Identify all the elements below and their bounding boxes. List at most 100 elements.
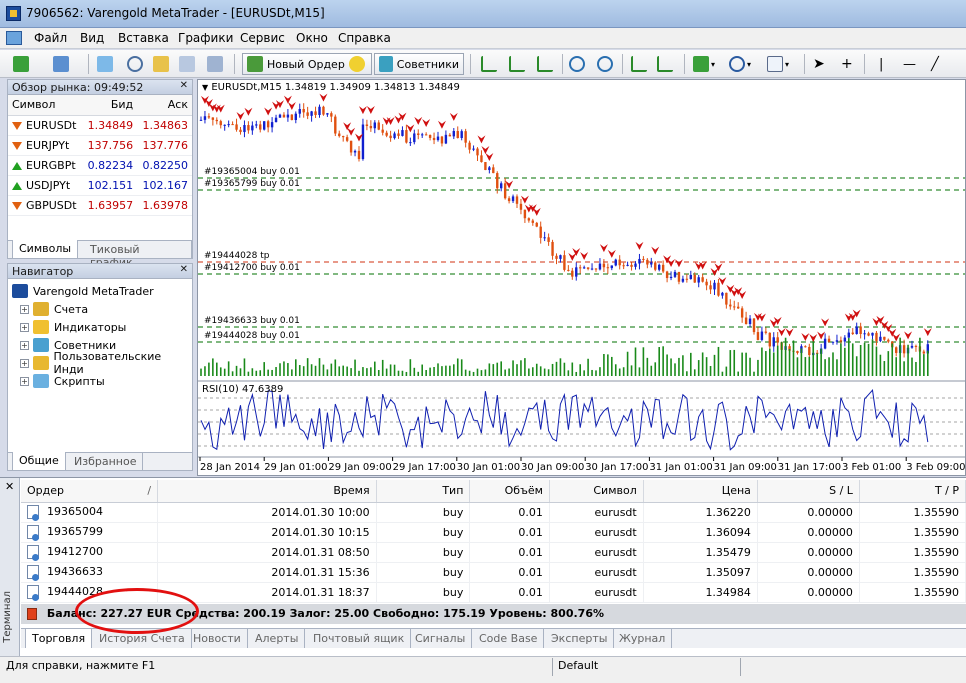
close-icon[interactable]: ✕ (5, 480, 14, 493)
market-row[interactable]: EURJPYt 137.756 137.776 (8, 135, 192, 156)
order-sl: 0.00000 (757, 542, 860, 563)
menu-file[interactable]: Файл (34, 31, 67, 45)
tester-button[interactable] (206, 53, 224, 75)
candle-body (823, 338, 827, 349)
bar-chart-button[interactable] (480, 53, 498, 75)
order-volume: 0.01 (469, 562, 550, 583)
candle-body (677, 271, 681, 282)
chart-canvas[interactable]: 28 Jan 2014 29 Jan 01:00 29 Jan 09:00 29 Ja… (198, 80, 966, 476)
balance-row[interactable]: Баланс: 227.27 EUR Средства: 200.19 Зало… (21, 604, 966, 624)
horizontal-line-button[interactable]: — (902, 53, 917, 75)
tab-signals[interactable]: Сигналы (409, 629, 473, 648)
market-row[interactable]: USDJPYt 102.151 102.167 (8, 175, 192, 196)
tab-account-history[interactable]: История Счета (93, 629, 192, 648)
order-row[interactable]: 19365799 2014.01.30 10:15 buy 0.01 eurus… (21, 522, 966, 543)
sell-arrow-icon (358, 106, 367, 115)
order-row[interactable]: 19436633 2014.01.31 15:36 buy 0.01 eurus… (21, 562, 966, 583)
zoom-out-button[interactable] (596, 53, 614, 75)
column-header-type[interactable]: Тип (376, 480, 471, 503)
sell-arrow-icon (904, 331, 913, 340)
tab-common[interactable]: Общие (12, 452, 66, 470)
tab-trade[interactable]: Торговля (25, 629, 93, 648)
tab-symbols[interactable]: Символы (12, 240, 79, 258)
column-header-bid[interactable]: Бид (82, 95, 138, 116)
alert-button[interactable] (348, 53, 366, 75)
tab-mailbox[interactable]: Почтовый ящик (307, 629, 412, 648)
tab-alerts[interactable]: Алерты (249, 629, 306, 648)
column-header-ask[interactable]: Аск (137, 95, 192, 116)
menu-window[interactable]: Окно (296, 31, 328, 45)
market-row[interactable]: GBPUSDt 1.63957 1.63978 (8, 195, 192, 216)
periods-button[interactable]: ▾ (728, 53, 752, 75)
close-icon[interactable]: ✕ (180, 264, 188, 275)
column-header-time[interactable]: Время (157, 480, 377, 503)
candle-body (748, 318, 752, 325)
chart-menu-icon[interactable]: ▼ (202, 83, 208, 92)
expand-icon[interactable]: + (20, 376, 29, 386)
candle-body (381, 129, 384, 133)
line-chart-button[interactable] (536, 53, 554, 75)
crosshair-tool-button[interactable]: + (840, 53, 854, 75)
tab-tick-chart[interactable]: Тиковый график (84, 241, 192, 269)
navigator-root[interactable]: Varengold MetaTrader (12, 282, 154, 300)
market-row[interactable]: EURGBPt 0.82234 0.82250 (8, 155, 192, 176)
time-label: 3 Feb 01:00 (842, 462, 901, 473)
column-header-order[interactable]: Ордер (21, 480, 142, 503)
trendline-button[interactable]: ╱ (930, 53, 940, 75)
tab-journal[interactable]: Журнал (613, 629, 673, 648)
sell-arrow-icon (532, 207, 541, 216)
menu-charts[interactable]: Графики (178, 31, 233, 45)
vertical-line-button[interactable]: | (878, 53, 884, 75)
new-chart-button[interactable] (12, 53, 30, 75)
expand-icon[interactable]: + (20, 340, 29, 350)
expand-icon[interactable]: + (20, 304, 29, 314)
price-chart[interactable]: 28 Jan 2014 29 Jan 01:00 29 Jan 09:00 29 Ja… (197, 79, 966, 476)
ask-value: 0.82250 (137, 155, 192, 176)
navigator-item-accounts[interactable]: + Счета (20, 300, 88, 318)
tab-news[interactable]: Новости (187, 629, 248, 648)
terminal-button[interactable] (178, 53, 196, 75)
expand-icon[interactable]: + (20, 358, 29, 368)
menu-view[interactable]: Вид (80, 31, 104, 45)
market-watch-button[interactable] (96, 53, 114, 75)
order-row[interactable]: 19412700 2014.01.31 08:50 buy 0.01 eurus… (21, 542, 966, 563)
candle-body (701, 277, 704, 282)
navigator-button[interactable] (152, 53, 170, 75)
menu-help[interactable]: Справка (338, 31, 391, 45)
tab-favorites[interactable]: Избранное (68, 453, 144, 470)
chart-shift-button[interactable] (656, 53, 674, 75)
sell-arrow-icon (892, 333, 901, 342)
column-header-tp[interactable]: T / P (859, 480, 966, 503)
candle-chart-button[interactable] (508, 53, 526, 75)
close-icon[interactable]: ✕ (180, 80, 188, 91)
advisors-button[interactable]: Советники (374, 53, 464, 75)
indicators-button[interactable]: ▾ (692, 53, 716, 75)
menu-tools[interactable]: Сервис (240, 31, 285, 45)
column-header-symbol[interactable]: Символ (549, 480, 644, 503)
order-row[interactable]: 19365004 2014.01.30 10:00 buy 0.01 eurus… (21, 502, 966, 523)
menu-insert[interactable]: Вставка (118, 31, 169, 45)
order-icon (27, 505, 39, 521)
mdi-window-icon[interactable] (6, 31, 22, 45)
templates-button[interactable]: ▾ (766, 53, 790, 75)
cursor-button[interactable]: ➤ (812, 53, 826, 75)
market-row[interactable]: EURUSDt 1.34849 1.34863 (8, 115, 192, 136)
advisors-icon (379, 56, 393, 72)
column-header-price[interactable]: Цена (643, 480, 758, 503)
column-header-volume[interactable]: Объём (469, 480, 550, 503)
column-header-sl[interactable]: S / L (757, 480, 860, 503)
navigator-item-scripts[interactable]: + Скрипты (20, 372, 105, 390)
candle-body (318, 106, 321, 116)
zoom-in-button[interactable] (568, 53, 586, 75)
order-row[interactable]: 19444028 2014.01.31 18:37 buy 0.01 eurus… (21, 582, 966, 603)
expand-icon[interactable]: + (20, 322, 29, 332)
navigator-item-custom-indicators[interactable]: + Пользовательские Инди (20, 350, 192, 376)
crosshair-button[interactable] (126, 53, 144, 75)
tab-experts[interactable]: Эксперты (545, 629, 615, 648)
bid-value: 1.34849 (82, 115, 138, 136)
column-header-symbol[interactable]: Символ (8, 95, 83, 116)
profiles-button[interactable] (52, 53, 70, 75)
tile-windows-button[interactable] (630, 53, 648, 75)
tab-code-base[interactable]: Code Base (473, 629, 545, 648)
navigator-item-indicators[interactable]: + Индикаторы (20, 318, 126, 336)
